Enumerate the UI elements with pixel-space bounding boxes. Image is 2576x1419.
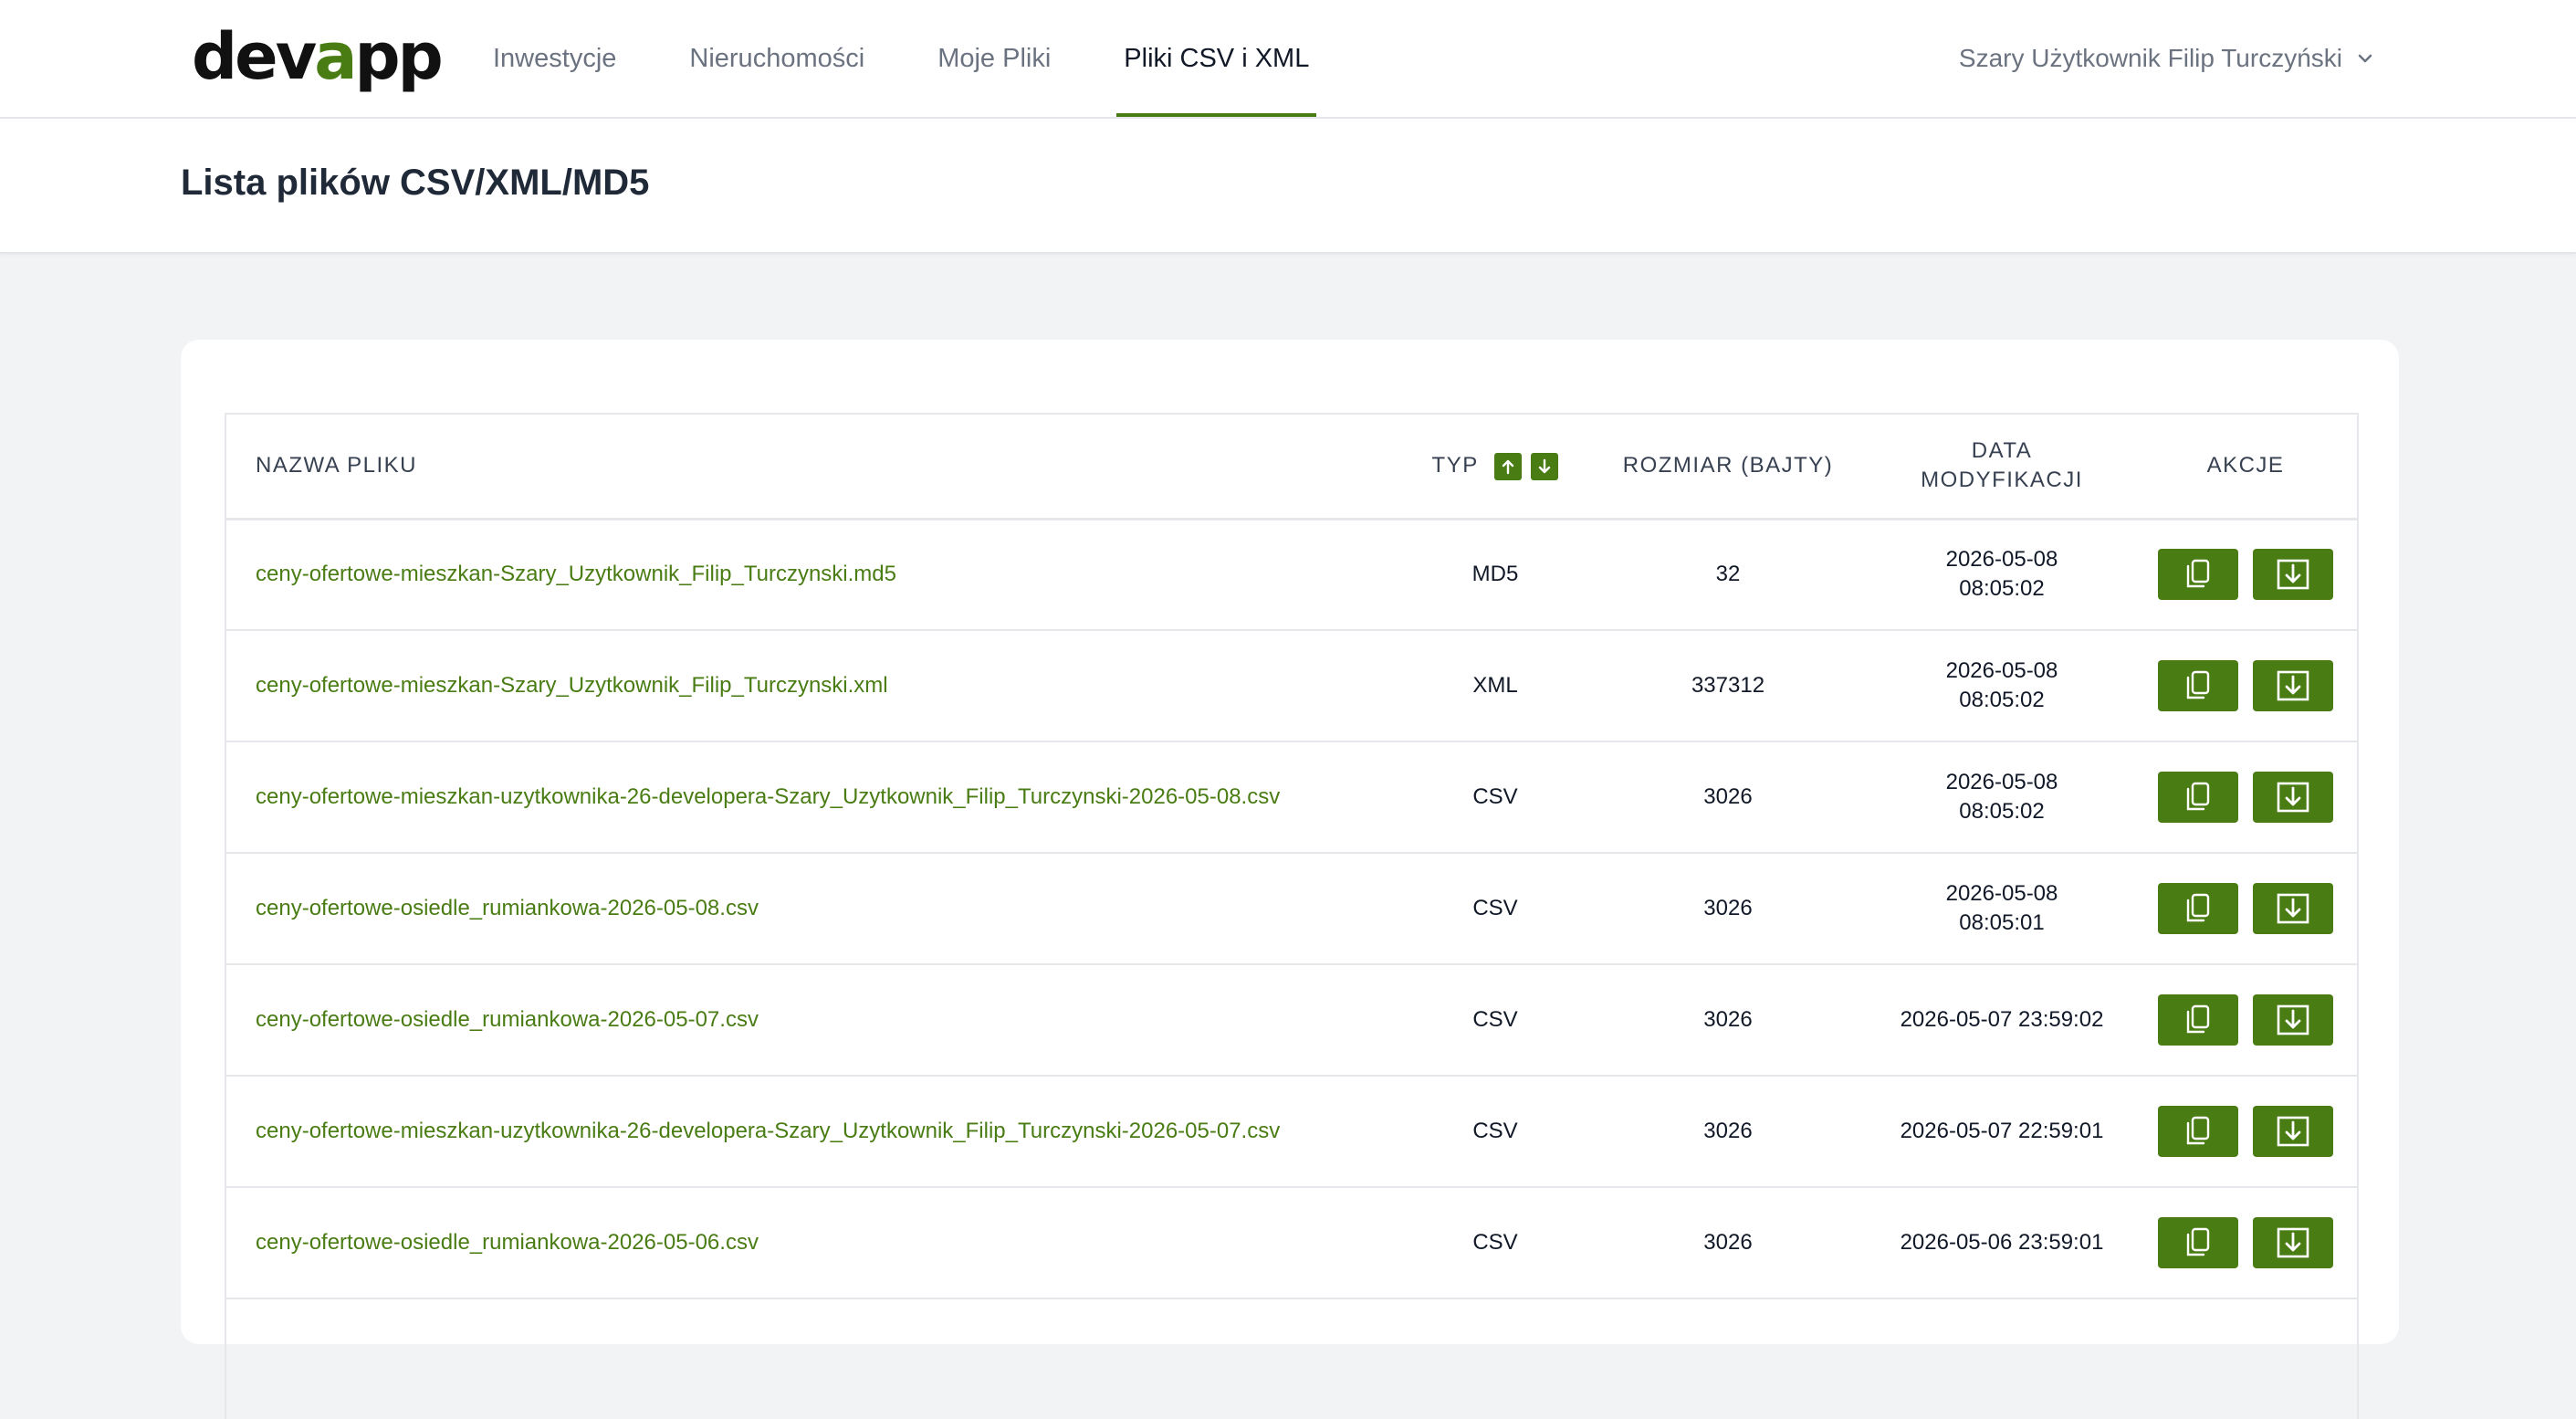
file-modified-date: 2026-05-07 23:59:02 [1900, 1007, 2104, 1032]
file-size: 3026 [1703, 784, 1753, 809]
nav-item-moje-pliki[interactable]: Moje Pliki [937, 0, 1051, 117]
copy-button[interactable] [2158, 1217, 2238, 1268]
nav-item-pliki-csv-xml[interactable]: Pliki CSV i XML [1116, 0, 1317, 117]
file-modified-date: 2026-05-08 08:05:02 [1945, 658, 2058, 712]
download-icon [2277, 1004, 2309, 1035]
file-type: CSV [1472, 784, 1518, 809]
table-row: ceny-ofertowe-mieszkan-Szary_Uzytkownik_… [226, 519, 2357, 630]
copy-icon [2186, 1004, 2210, 1034]
download-button[interactable] [2253, 994, 2333, 1046]
main-nav: Inwestycje Nieruchomości Moje Pliki Plik… [493, 0, 1382, 117]
nav-item-nieruchomosci[interactable]: Nieruchomości [689, 0, 864, 117]
row-actions [2134, 853, 2357, 964]
file-type: CSV [1472, 1119, 1518, 1143]
files-card: NAZWA PLIKU TYP ROZMIAR (BAJTY) DATA MOD… [181, 340, 2399, 1419]
header-type-label: TYP [1431, 453, 1479, 478]
copy-button[interactable] [2158, 883, 2238, 934]
download-button[interactable] [2253, 772, 2333, 823]
file-type: CSV [1472, 896, 1518, 920]
download-icon [2277, 670, 2309, 701]
copy-button[interactable] [2158, 660, 2238, 711]
file-type: CSV [1472, 1007, 1518, 1032]
header-type: TYP [1404, 415, 1586, 519]
copy-icon [2186, 782, 2210, 811]
file-name-link[interactable]: ceny-ofertowe-mieszkan-Szary_Uzytkownik_… [226, 519, 1404, 630]
download-button[interactable] [2253, 549, 2333, 601]
table-row: ceny-ofertowe-osiedle_rumiankowa-2026-05… [226, 853, 2357, 964]
table-row: ceny-ofertowe-mieszkan-uzytkownika-26-de… [226, 1076, 2357, 1187]
download-button[interactable] [2253, 1217, 2333, 1268]
row-actions [2134, 1187, 2357, 1298]
file-type: XML [1472, 673, 1518, 698]
copy-button[interactable] [2158, 549, 2238, 601]
copy-icon [2186, 560, 2210, 588]
file-modified-date: 2026-05-06 23:59:01 [1900, 1230, 2104, 1255]
copy-button[interactable] [2158, 994, 2238, 1046]
file-name-link[interactable]: ceny-ofertowe-osiedle_rumiankowa-2026-05… [226, 853, 1404, 964]
user-menu[interactable]: Szary Użytkownik Filip Turczyński [1959, 0, 2373, 117]
header-actions: AKCJE [2206, 453, 2285, 478]
copy-icon [2186, 893, 2210, 922]
file-name-link[interactable]: ceny-ofertowe-mieszkan-uzytkownika-26-de… [226, 741, 1404, 853]
sort-desc-button[interactable] [1531, 452, 1559, 480]
file-size: 337312 [1691, 673, 1765, 698]
table-row: ceny-ofertowe-mieszkan-uzytkownika-26-de… [226, 741, 2357, 853]
file-size: 3026 [1703, 1007, 1753, 1032]
table-row: ceny-ofertowe-mieszkan-Szary_Uzytkownik_… [226, 630, 2357, 741]
arrow-up-icon [1503, 459, 1514, 475]
file-modified-date: 2026-05-08 08:05:01 [1945, 881, 2058, 935]
header-file-name: NAZWA PLIKU [256, 453, 417, 478]
file-type: MD5 [1471, 562, 1519, 587]
devapp-logo[interactable]: dev a pp [192, 19, 444, 94]
download-icon [2277, 1116, 2309, 1147]
download-button[interactable] [2253, 1106, 2333, 1157]
header-modified-date: DATA MODYFIKACJI [1921, 438, 2083, 493]
download-icon [2277, 1227, 2309, 1258]
row-actions [2134, 741, 2357, 853]
page-title: Lista plików CSV/XML/MD5 [181, 163, 650, 203]
page-header: Lista plików CSV/XML/MD5 [0, 119, 2576, 254]
file-name-link[interactable]: ceny-ofertowe-mieszkan-Szary_Uzytkownik_… [226, 630, 1404, 741]
files-table: NAZWA PLIKU TYP ROZMIAR (BAJTY) DATA MOD… [226, 415, 2357, 1299]
download-icon [2277, 893, 2309, 924]
row-actions [2134, 630, 2357, 741]
header-size: ROZMIAR (BAJTY) [1622, 453, 1834, 478]
file-size: 3026 [1703, 1230, 1753, 1255]
table-row: ceny-ofertowe-osiedle_rumiankowa-2026-05… [226, 1187, 2357, 1298]
table-header-row: NAZWA PLIKU TYP ROZMIAR (BAJTY) DATA MOD… [226, 415, 2357, 519]
user-name: Szary Użytkownik Filip Turczyński [1958, 44, 2342, 72]
download-icon [2277, 559, 2309, 590]
arrow-down-icon [1539, 458, 1551, 474]
file-size: 32 [1715, 562, 1741, 587]
row-actions [2134, 519, 2357, 630]
download-icon [2277, 782, 2309, 813]
file-size: 3026 [1703, 896, 1753, 920]
file-name-link[interactable]: ceny-ofertowe-osiedle_rumiankowa-2026-05… [226, 964, 1404, 1076]
chevron-down-icon [2358, 54, 2372, 63]
file-modified-date: 2026-05-08 08:05:02 [1945, 547, 2058, 602]
file-type: CSV [1472, 1230, 1518, 1255]
file-modified-date: 2026-05-08 08:05:02 [1945, 770, 2058, 824]
nav-item-inwestycje[interactable]: Inwestycje [493, 0, 616, 117]
file-modified-date: 2026-05-07 22:59:01 [1900, 1119, 2104, 1143]
files-table-container: NAZWA PLIKU TYP ROZMIAR (BAJTY) DATA MOD… [225, 413, 2359, 1419]
row-actions [2134, 1076, 2357, 1187]
file-size: 3026 [1703, 1119, 1753, 1143]
download-button[interactable] [2253, 883, 2333, 934]
download-button[interactable] [2253, 660, 2333, 711]
table-row: ceny-ofertowe-osiedle_rumiankowa-2026-05… [226, 964, 2357, 1076]
copy-button[interactable] [2158, 1106, 2238, 1157]
sort-asc-button[interactable] [1494, 452, 1523, 480]
file-name-link[interactable]: ceny-ofertowe-mieszkan-uzytkownika-26-de… [226, 1076, 1404, 1187]
top-navbar: dev a pp Inwestycje Nieruchomości Moje Pli… [0, 0, 2576, 119]
copy-button[interactable] [2158, 772, 2238, 823]
row-actions [2134, 964, 2357, 1076]
copy-icon [2186, 670, 2210, 699]
file-name-link[interactable]: ceny-ofertowe-osiedle_rumiankowa-2026-05… [226, 1187, 1404, 1298]
copy-icon [2186, 1227, 2210, 1256]
copy-icon [2186, 1116, 2210, 1145]
